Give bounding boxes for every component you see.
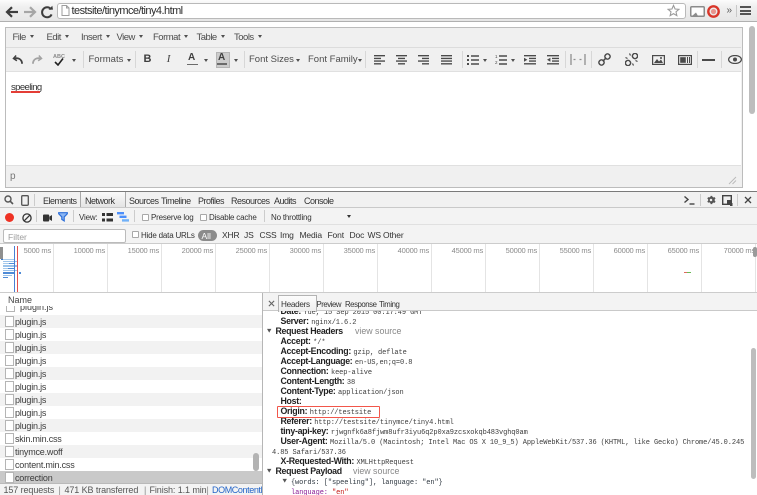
- svg-text:2: 2: [495, 60, 498, 65]
- svg-text:1: 1: [495, 54, 498, 59]
